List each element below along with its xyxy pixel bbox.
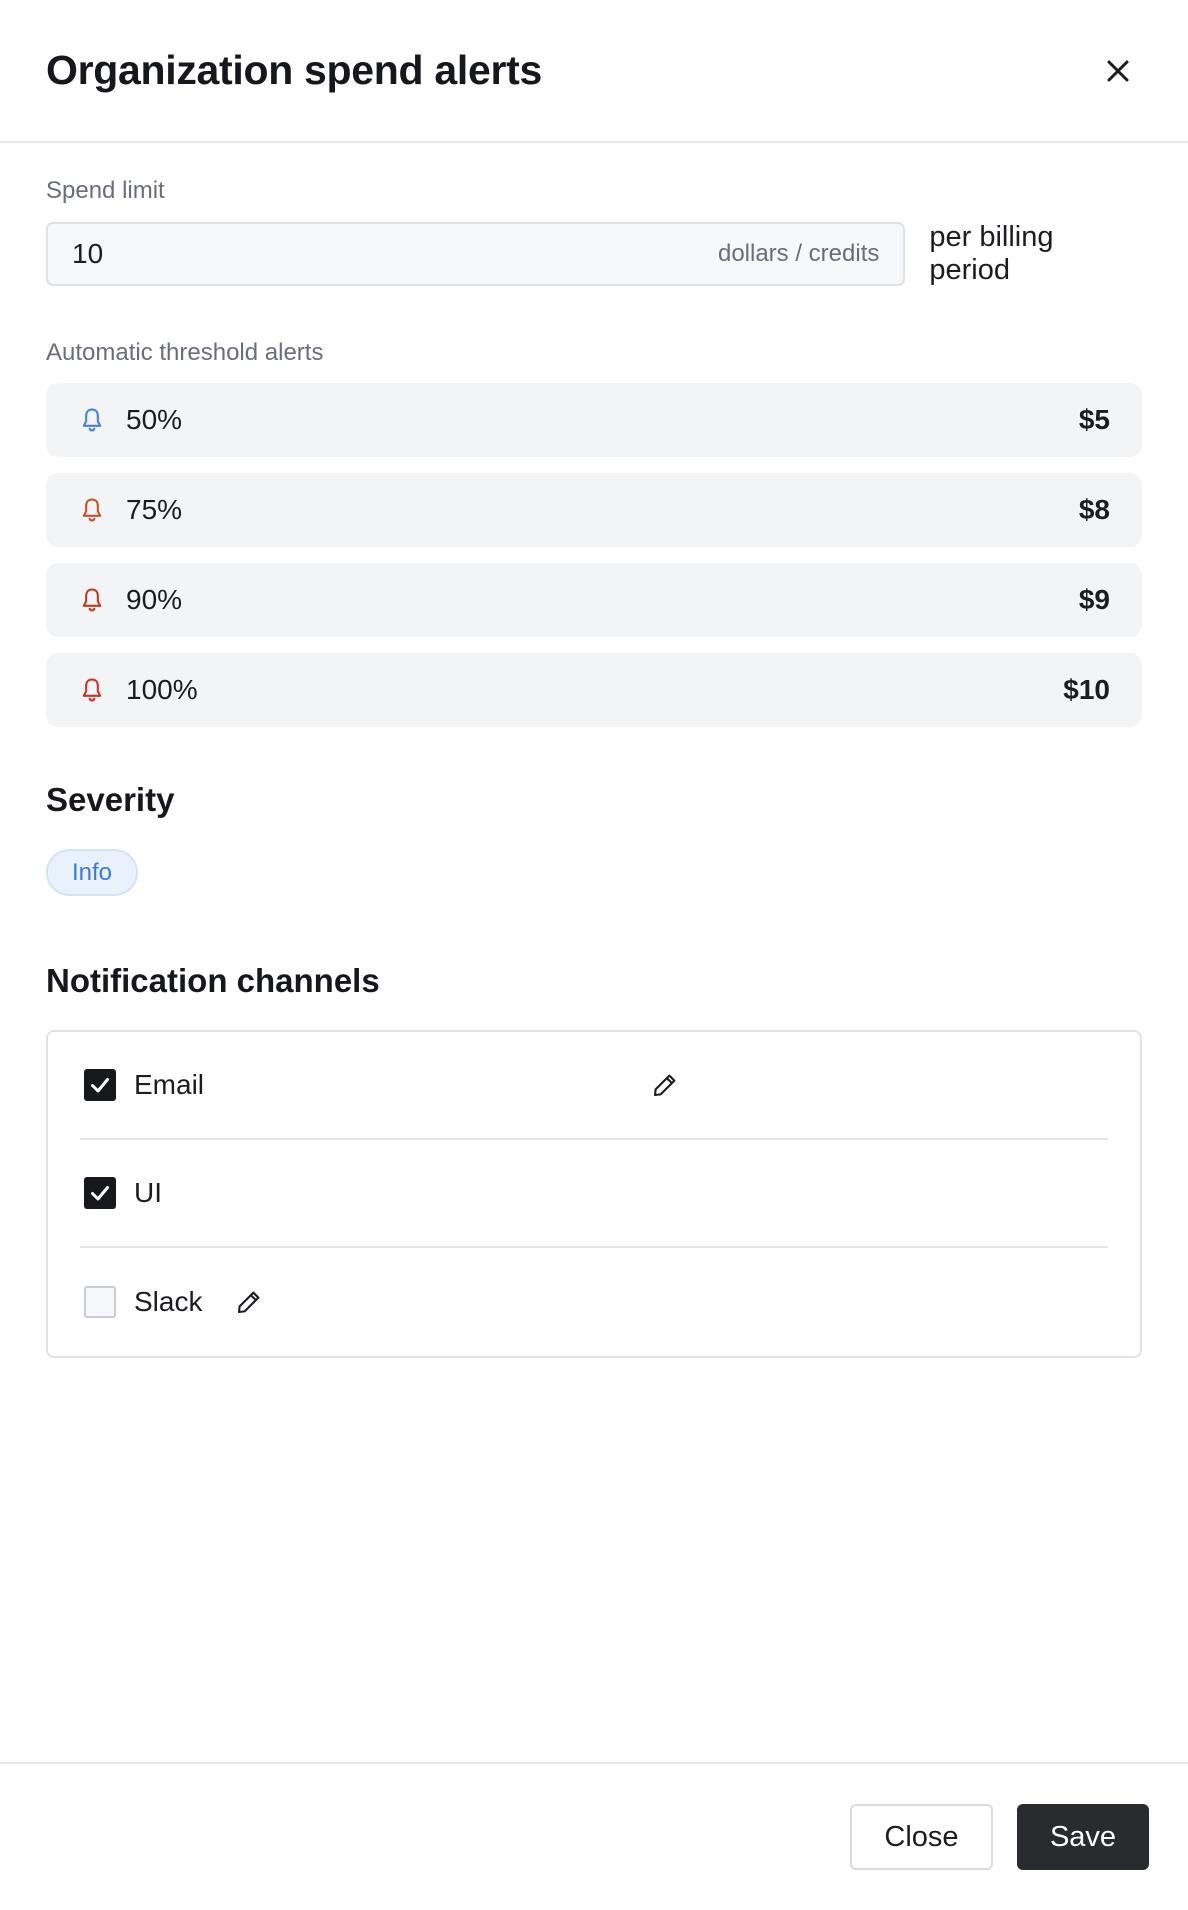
dialog-title: Organization spend alerts (46, 47, 542, 93)
spend-alerts-dialog: Organization spend alerts Spend limit 10… (0, 0, 1188, 1910)
channel-label: Slack (134, 1286, 203, 1317)
severity-title: Severity (46, 781, 175, 818)
threshold-percent: 50% (126, 404, 183, 435)
ui-checkbox[interactable] (84, 1177, 116, 1209)
threshold-alerts-label: Automatic threshold alerts (46, 339, 324, 366)
spend-limit-input[interactable]: 10 dollars / credits (46, 222, 906, 286)
close-button[interactable]: Close (850, 1804, 993, 1870)
spend-limit-value[interactable]: 10 (72, 238, 103, 270)
threshold-amount: $9 (1078, 584, 1110, 615)
channel-row-ui: UI (80, 1140, 1108, 1248)
bell-icon (78, 676, 106, 704)
channel-row-slack: Slack (80, 1248, 1108, 1356)
threshold-alert-row: 75% $8 (46, 473, 1142, 547)
bell-icon (78, 496, 106, 524)
checkmark-icon (91, 1186, 109, 1201)
bell-icon (78, 586, 106, 614)
slack-checkbox[interactable] (84, 1286, 116, 1318)
dialog-body: Spend limit 10 dollars / credits per bil… (0, 177, 1188, 1358)
spend-limit-row: 10 dollars / credits per billing period (46, 221, 1142, 287)
save-button[interactable]: Save (1017, 1804, 1149, 1870)
channel-label: Email (134, 1069, 205, 1100)
severity-badge[interactable]: Info (46, 849, 139, 896)
checkmark-icon (91, 1078, 109, 1093)
email-checkbox[interactable] (84, 1069, 116, 1101)
notification-channels-list: Email UI Slack (46, 1030, 1142, 1358)
threshold-alerts-list: 50% $5 75% $8 90% $9 100% $10 (46, 383, 1142, 727)
edit-slack-pencil-icon[interactable] (234, 1287, 264, 1317)
threshold-alert-row: 50% $5 (46, 383, 1142, 457)
threshold-alert-row: 90% $9 (46, 563, 1142, 637)
channel-row-email: Email (80, 1032, 1108, 1140)
spend-limit-unit: dollars / credits (717, 240, 880, 267)
threshold-percent: 75% (126, 494, 183, 525)
spend-limit-suffix: per billing period (929, 221, 1054, 286)
threshold-amount: $5 (1078, 404, 1110, 435)
threshold-amount: $8 (1078, 494, 1110, 525)
notification-channels-title: Notification channels (46, 962, 380, 999)
spend-limit-label: Spend limit (46, 177, 165, 204)
threshold-alert-row: 100% $10 (46, 653, 1142, 727)
dialog-header: Organization spend alerts (0, 0, 1188, 143)
threshold-percent: 100% (126, 674, 198, 705)
close-icon[interactable] (1096, 49, 1140, 93)
channel-label: UI (134, 1177, 162, 1208)
dialog-footer: Close Save (0, 1762, 1188, 1910)
threshold-percent: 90% (126, 584, 183, 615)
edit-email-pencil-icon[interactable] (650, 1070, 680, 1100)
bell-icon (78, 406, 106, 434)
threshold-amount: $10 (1063, 674, 1110, 705)
